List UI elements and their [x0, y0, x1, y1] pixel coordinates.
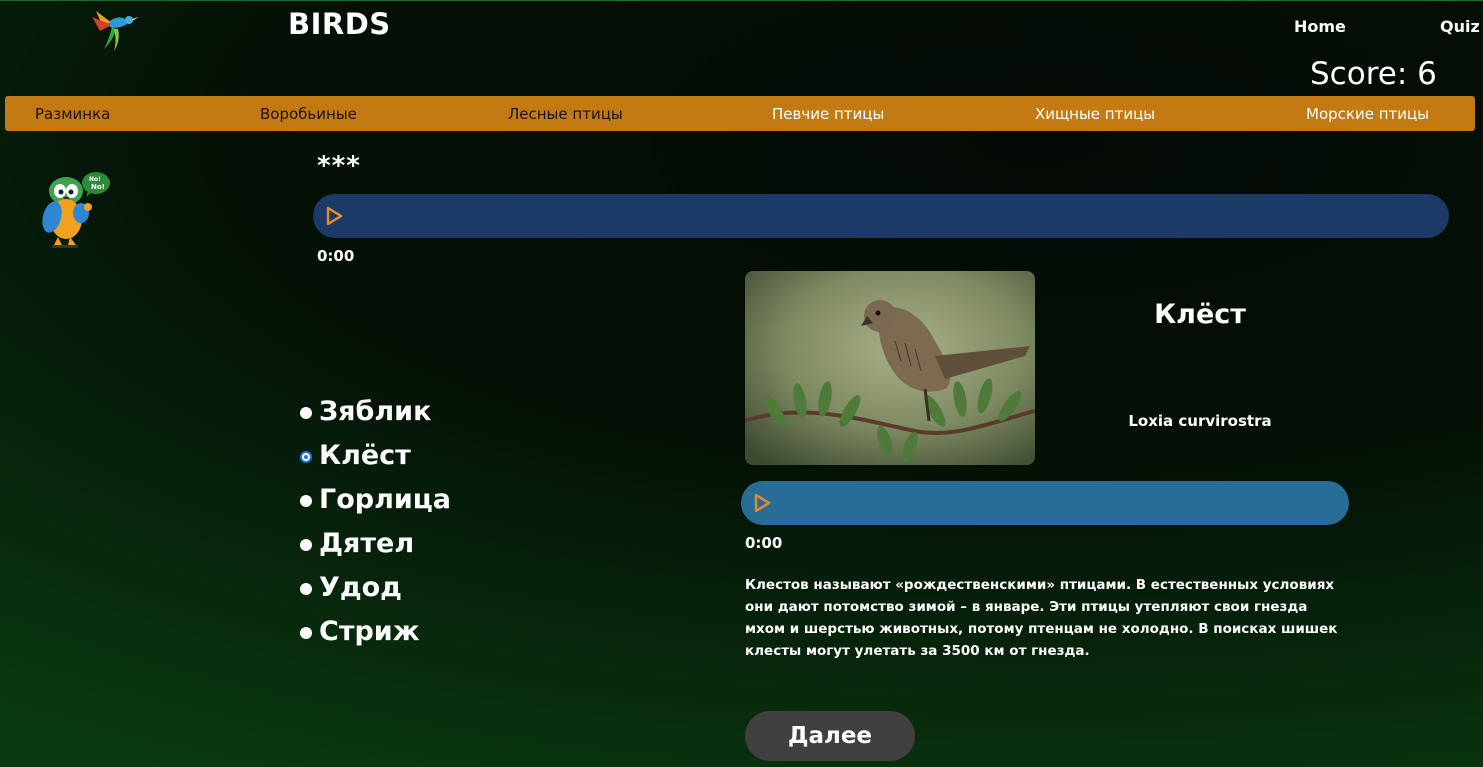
category-bar: Разминка Воробьиные Лесные птицы Певчие … — [5, 96, 1475, 131]
category-passerines[interactable]: Воробьиные — [260, 105, 357, 123]
answer-option[interactable]: Клёст — [300, 433, 600, 477]
radio-button[interactable] — [300, 495, 312, 507]
hummingbird-logo-icon[interactable] — [88, 3, 140, 53]
answer-option[interactable]: Удод — [300, 565, 600, 609]
question-player-time: 0:00 — [317, 247, 355, 265]
radio-button[interactable] — [300, 407, 312, 419]
category-forest-birds[interactable]: Лесные птицы — [508, 105, 623, 123]
radio-button[interactable] — [300, 583, 312, 595]
answer-label: Удод — [319, 571, 402, 603]
svg-text:No!: No! — [91, 183, 105, 191]
radio-button-checked[interactable] — [300, 451, 312, 463]
answer-option[interactable]: Дятел — [300, 521, 600, 565]
next-button[interactable]: Далее — [745, 711, 915, 761]
play-icon[interactable] — [751, 492, 773, 514]
answer-label: Стриж — [319, 615, 420, 647]
nav-home-link[interactable]: Home — [1294, 17, 1346, 36]
svg-text:No!: No! — [89, 176, 101, 183]
play-icon[interactable] — [323, 205, 345, 227]
answer-label: Горлица — [319, 483, 452, 515]
bird-player-time: 0:00 — [745, 534, 783, 552]
bird-latin-name: Loxia curvirostra — [1128, 412, 1272, 430]
category-birds-of-prey[interactable]: Хищные птицы — [1035, 105, 1155, 123]
site-title: BIRDS — [288, 7, 391, 41]
answer-label: Клёст — [319, 439, 411, 471]
answer-option[interactable]: Зяблик — [300, 389, 600, 433]
category-warmup[interactable]: Разминка — [35, 105, 110, 123]
answer-label: Дятел — [319, 527, 415, 559]
score-display: Score: 6 — [1310, 56, 1437, 92]
category-sea-birds[interactable]: Морские птицы — [1306, 105, 1429, 123]
radio-button[interactable] — [300, 627, 312, 639]
answer-option[interactable]: Горлица — [300, 477, 600, 521]
bird-audio-player[interactable] — [741, 481, 1349, 525]
bird-photo — [745, 271, 1035, 465]
bird-description: Клестов называют «рождественскими» птица… — [745, 577, 1338, 659]
radio-button[interactable] — [300, 539, 312, 551]
parrot-mascot: No! No! — [36, 169, 116, 251]
bird-name: Клёст — [1154, 299, 1246, 330]
category-songbirds[interactable]: Певчие птицы — [772, 105, 884, 123]
nav-quiz-link[interactable]: Quiz — [1440, 17, 1480, 36]
answer-list: Зяблик Клёст Горлица Дятел Удод Стриж — [300, 389, 600, 653]
answer-option[interactable]: Стриж — [300, 609, 600, 653]
answer-label: Зяблик — [319, 395, 432, 427]
hidden-bird-name: *** — [317, 151, 361, 181]
question-audio-player[interactable] — [313, 194, 1449, 238]
